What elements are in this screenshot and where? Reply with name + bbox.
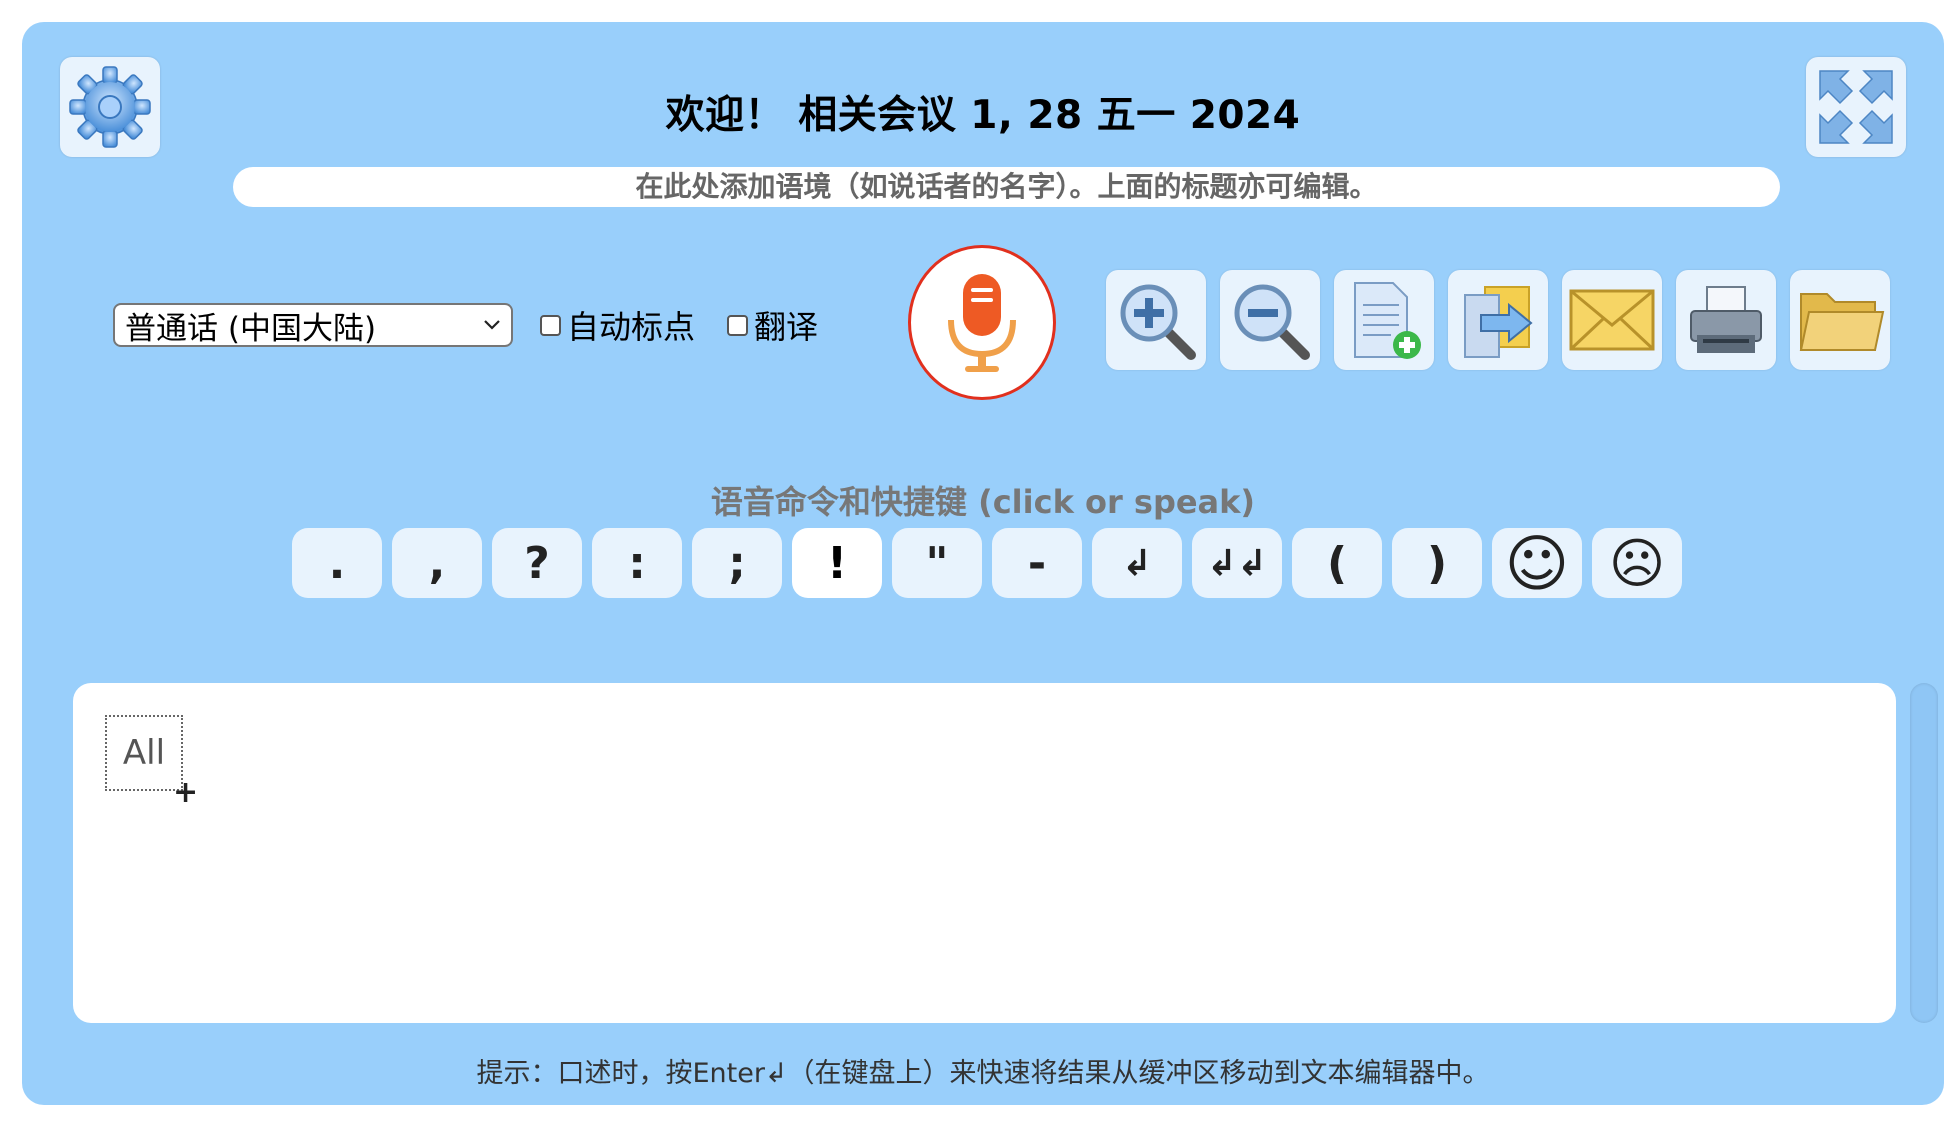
zoom-out-button[interactable] xyxy=(1220,270,1320,370)
export-button[interactable] xyxy=(1448,270,1548,370)
export-icon xyxy=(1464,286,1533,358)
translate-label: 翻译 xyxy=(754,308,819,346)
commands-label: 语音命令和快捷键 (click or speak) xyxy=(710,483,1256,521)
text-editor[interactable]: All + xyxy=(73,683,1896,1023)
key-semicolon[interactable]: ; xyxy=(692,528,782,598)
footer-hint: 提示：口述时，按Enter↲（在键盘上）来快速将结果从缓冲区移动到文本编辑器中。 xyxy=(476,1058,1490,1089)
key-period[interactable]: . xyxy=(292,528,382,598)
context-input[interactable]: 在此处添加语境（如说话者的名字）。上面的标题亦可编辑。 xyxy=(233,167,1780,207)
printer-icon xyxy=(1690,286,1762,353)
key-smiley[interactable]: ☺ xyxy=(1492,527,1582,600)
key-exclamation[interactable]: ! xyxy=(792,528,882,598)
auto-punctuation-checkbox[interactable] xyxy=(540,314,561,336)
auto-punctuation-label: 自动标点 xyxy=(567,308,696,346)
email-button[interactable] xyxy=(1562,270,1662,370)
resize-cursor-icon: + xyxy=(173,775,199,810)
auto-punctuation-toggle[interactable]: 自动标点 xyxy=(540,303,695,347)
open-button[interactable] xyxy=(1790,270,1890,370)
fullscreen-icon xyxy=(1819,70,1893,144)
key-comma[interactable]: , xyxy=(392,528,482,598)
mic-button[interactable] xyxy=(908,245,1056,400)
key-close-paren[interactable]: ) xyxy=(1392,528,1482,598)
key-open-paren[interactable]: ( xyxy=(1292,528,1382,598)
print-button[interactable] xyxy=(1676,270,1776,370)
key-dash[interactable]: - xyxy=(992,528,1082,598)
page-title[interactable]: 欢迎！ 相关会议 1, 28 五一 2024 xyxy=(22,84,1944,140)
zoom-out-icon xyxy=(1234,284,1310,360)
zoom-in-icon xyxy=(1120,284,1196,360)
zoom-in-button[interactable] xyxy=(1106,270,1206,370)
fullscreen-button[interactable] xyxy=(1806,57,1906,157)
new-document-icon xyxy=(1354,282,1421,359)
language-select-value: 普通话 (中国大陆) xyxy=(125,310,377,347)
key-paragraph[interactable]: ↲↲ xyxy=(1192,528,1282,598)
select-all-label: All xyxy=(122,733,166,773)
microphone-icon xyxy=(948,273,1016,372)
folder-icon xyxy=(1799,293,1885,351)
editor-scrollbar[interactable] xyxy=(1910,683,1938,1023)
key-frown[interactable]: ☹ xyxy=(1592,528,1682,598)
key-newline[interactable]: ↲ xyxy=(1092,528,1182,598)
new-document-button[interactable] xyxy=(1334,270,1434,370)
translate-toggle[interactable]: 翻译 xyxy=(727,303,818,347)
key-quote[interactable]: " xyxy=(892,528,982,598)
key-question[interactable]: ? xyxy=(492,528,582,598)
app-panel: 欢迎！ 相关会议 1, 28 五一 2024 在此处添加语境（如说话者的名字）。… xyxy=(22,22,1944,1105)
language-select[interactable]: 普通话 (中国大陆) xyxy=(113,303,513,347)
translate-checkbox[interactable] xyxy=(727,314,748,336)
envelope-icon xyxy=(1569,289,1655,351)
select-all-button[interactable]: All xyxy=(105,715,183,791)
chevron-down-icon xyxy=(484,320,500,330)
key-colon[interactable]: : xyxy=(592,528,682,598)
